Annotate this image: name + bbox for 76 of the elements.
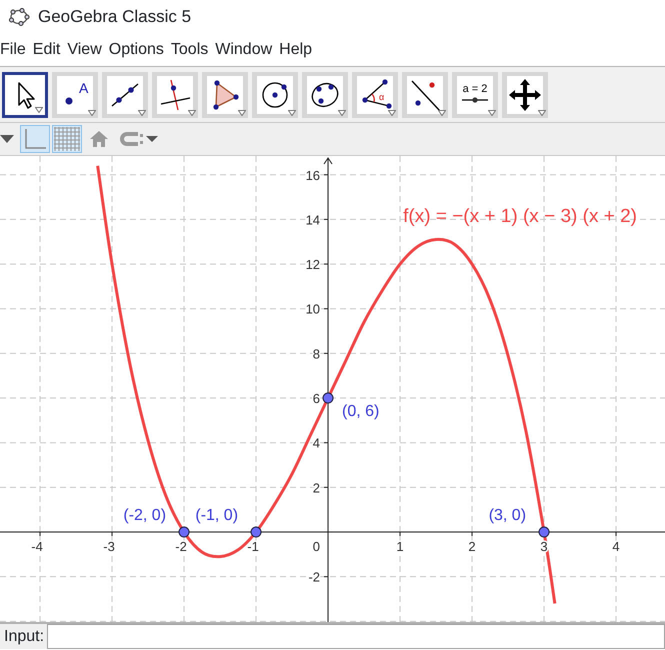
menu-item[interactable]: Edit [32, 38, 60, 62]
move-tool-button[interactable] [2, 72, 48, 118]
point-marker [250, 526, 262, 538]
point-tool-button[interactable]: A [52, 72, 98, 118]
tick-label: 12 [306, 257, 320, 272]
magnet-icon [118, 129, 160, 149]
move-view-tool-button[interactable] [502, 72, 548, 118]
tick-label: 2 [312, 480, 320, 496]
tick-label: 6 [312, 391, 320, 406]
reflect-tool-button[interactable] [402, 72, 448, 118]
tick-label: 8 [312, 346, 320, 362]
caret-icon [488, 110, 496, 116]
input-field[interactable] [47, 624, 665, 649]
conic-tool-icon [307, 76, 343, 114]
perpendicular-tool-button[interactable] [152, 72, 198, 118]
point-label: (-2, 0) [123, 507, 166, 524]
circle-tool-icon [257, 76, 293, 114]
tick-label: 2 [468, 539, 476, 554]
caret-icon [438, 110, 446, 116]
home-icon [89, 130, 109, 148]
tick-label: 4 [312, 436, 320, 451]
caret-icon [35, 107, 43, 113]
slider-tool-button[interactable]: a = 2 [452, 72, 498, 118]
angle-tool-button[interactable]: α [352, 72, 398, 118]
point-label: (3, 0) [488, 507, 526, 524]
caret-icon [388, 110, 396, 116]
menu-item[interactable]: View [67, 38, 102, 62]
app-logo-icon [8, 7, 30, 27]
tick-label: 4 [612, 539, 620, 554]
menu-item[interactable]: File [0, 38, 26, 62]
origin-label: 0 [312, 539, 320, 554]
tick-label: -2 [175, 539, 187, 554]
menu-item[interactable]: Help [279, 38, 312, 62]
perpendicular-tool-icon [157, 76, 193, 114]
caret-icon [138, 110, 146, 116]
input-label: Input: [3, 626, 46, 646]
tick-label: 10 [306, 302, 320, 317]
conic-tool-button[interactable] [302, 72, 348, 118]
caret-icon [238, 110, 246, 116]
axes-icon [23, 128, 47, 150]
tick-label: -3 [103, 539, 115, 554]
tool-label: A [79, 80, 88, 96]
tool-label: α [379, 92, 384, 102]
polygon-tool-icon [207, 76, 243, 114]
grid-icon [54, 127, 80, 151]
line-tool-button[interactable] [102, 72, 148, 118]
point-marker [322, 392, 334, 404]
point-label: (-1, 0) [195, 507, 238, 524]
tool-label: a = 2 [462, 83, 488, 95]
tick-label: -1 [247, 539, 259, 554]
menu-item[interactable]: Tools [170, 38, 208, 62]
point-marker [538, 526, 550, 538]
menu-item[interactable]: Window [215, 38, 272, 62]
caret-icon [188, 110, 196, 116]
caret-icon [288, 110, 296, 116]
point-marker [178, 526, 190, 538]
collapse-caret-icon[interactable] [0, 135, 14, 143]
function-label: f(x) = −(x + 1) (x − 3) (x + 2) [403, 206, 637, 227]
caret-icon [538, 110, 546, 116]
tick-label: -4 [31, 539, 43, 554]
caret-icon [88, 110, 96, 116]
menu-item[interactable]: Options [108, 38, 164, 62]
caret-icon [338, 110, 346, 116]
axes-toggle-button[interactable] [20, 125, 50, 153]
reflect-tool-icon [407, 76, 443, 114]
tick-label: 14 [306, 212, 320, 228]
point-label: (0, 6) [342, 403, 380, 420]
tick-label: -2 [308, 570, 320, 585]
window-title: GeoGebra Classic 5 [38, 6, 192, 28]
tick-label: 1 [396, 539, 404, 554]
tick-label: 16 [306, 168, 320, 183]
move-view-tool-icon [507, 76, 543, 114]
line-tool-icon [107, 76, 143, 114]
polygon-tool-button[interactable] [202, 72, 248, 118]
circle-tool-button[interactable] [252, 72, 298, 118]
grid-toggle-button[interactable] [52, 125, 82, 153]
